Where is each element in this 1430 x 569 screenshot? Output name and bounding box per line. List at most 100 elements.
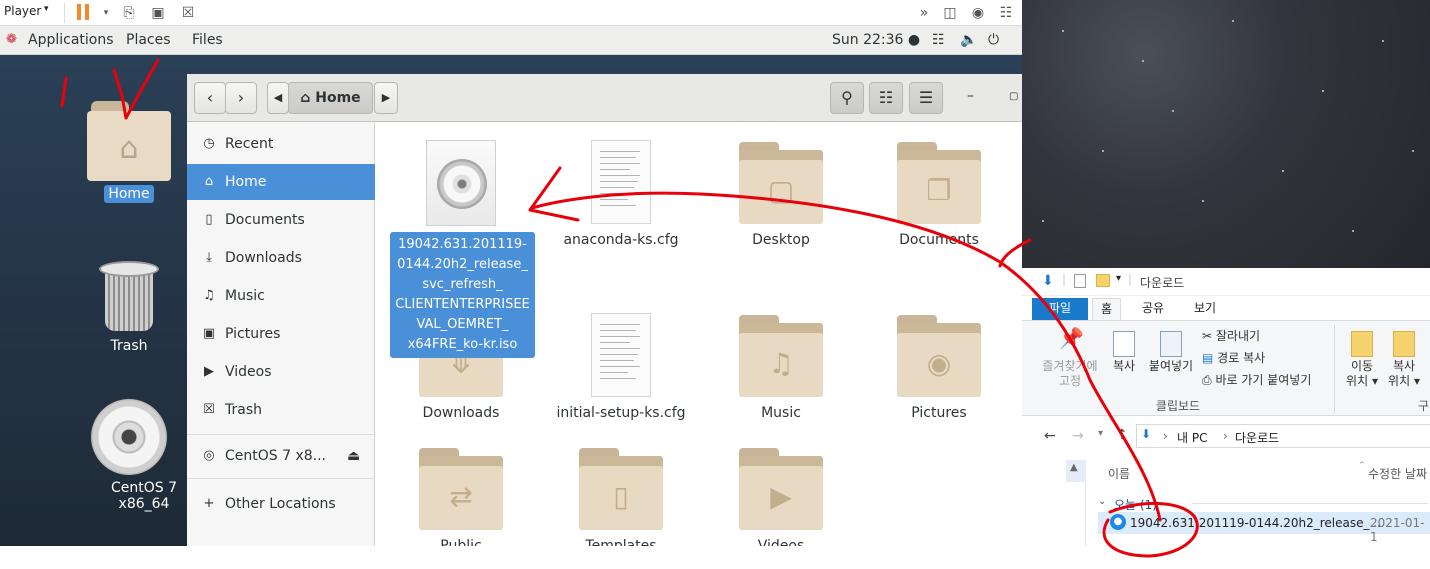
pictures-folder-icon: ◉ — [897, 315, 981, 397]
view-toggle-button[interactable]: ☷ — [869, 82, 903, 114]
disc-icon: ◎ — [203, 448, 215, 463]
folder-item-documents[interactable]: ❐ Documents — [864, 142, 1014, 248]
move-to-button[interactable]: 이동 위치 ▾ — [1342, 331, 1382, 389]
breadcrumb-downloads[interactable]: 다운로드 — [1235, 429, 1279, 446]
forward-arrow-icon[interactable]: → — [1072, 428, 1084, 444]
sidebar-item-label: Pictures — [225, 326, 281, 342]
chevron-down-icon[interactable]: ▾ — [96, 3, 116, 23]
desktop-home-icon[interactable]: ⌂ Home — [74, 101, 184, 203]
chevron-down-icon[interactable]: ▾ — [1098, 428, 1103, 439]
sidebar-item-centos-disc[interactable]: ◎ CentOS 7 x8... ⏏ — [187, 438, 375, 474]
tab-file[interactable]: 파일 — [1032, 298, 1088, 320]
file-item-initial-setup-ks[interactable]: initial-setup-ks.cfg — [546, 313, 696, 421]
address-row: ← → ▾ ↑ ⬇ › 내 PC › 다운로드 — [1022, 416, 1430, 460]
forward-button[interactable]: › — [225, 82, 257, 114]
sidebar-item-label: Music — [225, 288, 265, 304]
clock[interactable]: Sun 22:36 ● — [832, 32, 920, 48]
windows-explorer: ⬇ | ▾ | 다운로드 파일 홈 공유 보기 📌 즐겨찾기에 고정 복사 붙여… — [1022, 268, 1430, 546]
chevron-down-icon[interactable]: ⌄ — [1098, 496, 1106, 507]
sidebar-item-label: Documents — [225, 212, 305, 228]
download-arrow-icon: ⬇ — [1141, 427, 1152, 441]
send-keys-icon[interactable]: ⎘ — [119, 3, 139, 23]
column-name[interactable]: 이름 — [1108, 465, 1130, 482]
places-menu[interactable]: Places — [126, 32, 171, 48]
folder-item-public[interactable]: ⇄ Public — [386, 448, 536, 546]
network-icon[interactable]: ☷ — [932, 32, 945, 48]
applications-menu[interactable]: Applications — [28, 32, 114, 48]
folder-item-videos[interactable]: ▶ Videos — [706, 448, 856, 546]
pause-icon[interactable] — [77, 4, 89, 20]
tab-home[interactable]: 홈 — [1092, 298, 1122, 320]
chevron-down-icon[interactable]: ▾ — [1116, 273, 1121, 284]
back-arrow-icon[interactable]: ← — [1044, 428, 1056, 444]
path-right-button[interactable]: ▶ — [374, 82, 398, 114]
window-title: 다운로드 — [1140, 276, 1185, 290]
desktop-trash-icon[interactable]: Trash — [74, 261, 184, 355]
player-menu[interactable]: Player — [4, 4, 41, 18]
copy-button[interactable]: 복사 — [1106, 331, 1142, 374]
up-arrow-icon[interactable]: ↑ — [1116, 427, 1128, 443]
camera-icon: ▣ — [202, 326, 216, 341]
sidebar-item-home[interactable]: ⌂ Home — [187, 164, 375, 200]
copy-path-button[interactable]: ▤ 경로 복사 — [1202, 351, 1265, 366]
selected-file-label[interactable]: 19042.631.201119- 0144.20h2_release_ svc… — [390, 232, 535, 358]
disk-icon[interactable]: ◫ — [940, 3, 960, 23]
home-folder-icon: ⌂ — [87, 101, 171, 181]
desktop-cdrom-icon[interactable]: CentOS 7 x86_64 — [74, 399, 184, 513]
eject-icon[interactable]: ⏏ — [347, 438, 360, 474]
breadcrumb-pc[interactable]: 내 PC — [1177, 429, 1207, 446]
folder-item-templates[interactable]: ▯ Templates — [546, 448, 696, 546]
templates-folder-icon: ▯ — [579, 448, 663, 530]
folder-item-desktop[interactable]: ▢ Desktop — [706, 142, 856, 248]
file-item-iso[interactable] — [386, 140, 536, 226]
documents-folder-icon: ❐ — [897, 142, 981, 224]
sidebar-item-label: Videos — [225, 364, 272, 380]
fit-icon[interactable]: ▣ — [148, 3, 168, 23]
sidebar-item-downloads[interactable]: ⤓ Downloads — [187, 240, 375, 276]
sidebar-item-music[interactable]: ♫ Music — [187, 278, 375, 314]
minimize-button[interactable]: – — [967, 88, 974, 104]
sidebar-item-recent[interactable]: ◷ Recent — [187, 126, 375, 162]
search-button[interactable]: ⚲ — [830, 82, 864, 114]
folder-item-pictures[interactable]: ◉ Pictures — [864, 315, 1014, 421]
sidebar-item-other-locations[interactable]: + Other Locations — [187, 486, 375, 522]
folder-item-music[interactable]: ♫ Music — [706, 315, 856, 421]
paste-button[interactable]: 붙여넣기 — [1146, 331, 1196, 374]
file-item-anaconda-ks[interactable]: anaconda-ks.cfg — [546, 140, 696, 248]
title-divider: | — [1062, 272, 1067, 286]
cut-button[interactable]: ✂ 잘라내기 — [1202, 329, 1260, 344]
sidebar-item-documents[interactable]: ▯ Documents — [187, 202, 375, 238]
sidebar-item-videos[interactable]: ▶ Videos — [187, 354, 375, 390]
button-label: 이동 — [1350, 359, 1374, 373]
column-modified[interactable]: 수정한 날짜 — [1368, 465, 1427, 482]
address-bar[interactable]: ⬇ › 내 PC › 다운로드 — [1136, 424, 1430, 448]
properties-icon[interactable] — [1074, 274, 1086, 288]
sidebar-item-label: Trash — [225, 402, 262, 418]
tab-view[interactable]: 보기 — [1186, 298, 1224, 320]
path-home-button[interactable]: ⌂ Home — [288, 82, 373, 114]
sidebar-item-trash[interactable]: ☒ Trash — [187, 392, 375, 428]
group-header[interactable]: 오늘 (1) — [1114, 496, 1157, 513]
menu-button[interactable]: ☰ — [909, 82, 943, 114]
scroll-up-icon[interactable]: ▲ — [1070, 462, 1078, 473]
paste-shortcut-button[interactable]: ⎙ 바로 가기 붙여넣기 — [1202, 373, 1311, 388]
new-folder-icon[interactable] — [1096, 274, 1110, 287]
maximize-button[interactable]: ▢ — [1009, 91, 1018, 102]
forward-icon[interactable]: » — [914, 3, 934, 23]
file-row[interactable]: ● 19042.631.201119-0144.20h2_release_...… — [1098, 512, 1430, 544]
copy-to-button[interactable]: 복사 위치 ▾ — [1384, 331, 1424, 389]
paste-icon — [1160, 331, 1182, 357]
tab-share[interactable]: 공유 — [1134, 298, 1172, 320]
cd-icon[interactable]: ◉ — [968, 3, 988, 23]
pin-quick-access-button[interactable]: 📌 즐겨찾기에 고정 — [1038, 328, 1102, 389]
sidebar-item-pictures[interactable]: ▣ Pictures — [187, 316, 375, 352]
power-icon[interactable]: ⏻ — [988, 32, 999, 48]
chevron-down-icon[interactable]: ▾ — [44, 4, 49, 14]
path-left-button[interactable]: ◀ — [267, 82, 289, 114]
back-button[interactable]: ‹ — [194, 82, 226, 114]
files-app-menu[interactable]: Files — [192, 32, 223, 48]
usb-icon[interactable]: ☷ — [996, 3, 1016, 23]
file-row-date: 2021-01-1 — [1370, 516, 1425, 544]
unity-icon[interactable]: ☒ — [178, 3, 198, 23]
volume-icon[interactable]: 🔈 — [960, 32, 977, 48]
